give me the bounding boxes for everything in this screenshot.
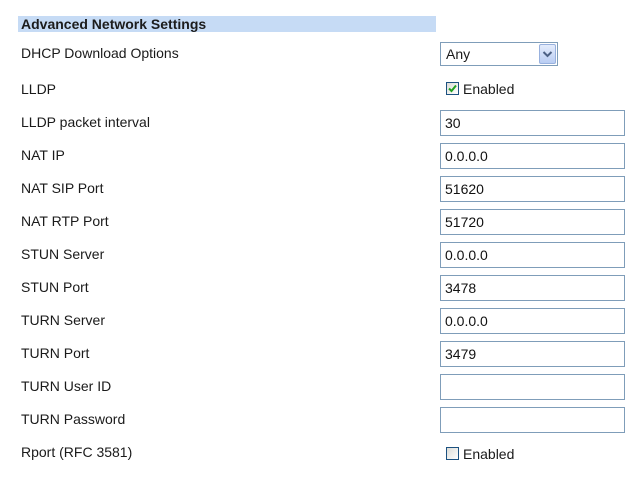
stun-port-input[interactable] [440, 275, 625, 301]
nat-ip-input[interactable] [440, 143, 625, 169]
turn-server-input[interactable] [440, 308, 625, 334]
field-label: STUN Server [21, 246, 105, 262]
dhcp-download-options-label: DHCP Download Options [21, 45, 179, 61]
nat-ip-row: NAT IP [0, 139, 639, 171]
check-mark-icon [448, 84, 457, 93]
dhcp-selected-value: Any [446, 46, 471, 62]
nat-sip-port-input[interactable] [440, 176, 625, 202]
chevron-down-icon[interactable] [539, 44, 556, 64]
nat-rtp-port-input[interactable] [440, 209, 625, 235]
field-label: LLDP packet interval [21, 114, 150, 130]
turn-password-input[interactable] [440, 407, 625, 433]
field-label: TURN Port [21, 345, 90, 361]
rport-label: Rport (RFC 3581) [21, 444, 133, 460]
lldp-packet-interval-row: LLDP packet interval [0, 106, 639, 138]
lldp-enabled-label: Enabled [463, 81, 515, 97]
rport-enabled-label: Enabled [463, 446, 515, 462]
turn-user-id-input[interactable] [440, 374, 625, 400]
field-label: TURN Server [21, 312, 106, 328]
field-label: TURN User ID [21, 378, 112, 394]
nat-rtp-port-row: NAT RTP Port [0, 205, 639, 237]
lldp-enabled-checkbox[interactable] [446, 82, 459, 95]
dhcp-download-options-select[interactable]: Any [440, 42, 558, 66]
stun-server-input[interactable] [440, 242, 625, 268]
field-label: NAT RTP Port [21, 213, 109, 229]
rport-row: Rport (RFC 3581) Enabled [0, 436, 639, 468]
field-label: TURN Password [21, 411, 126, 427]
turn-port-row: TURN Port [0, 337, 639, 369]
field-label: NAT SIP Port [21, 180, 104, 196]
stun-server-row: STUN Server [0, 238, 639, 270]
nat-sip-port-row: NAT SIP Port [0, 172, 639, 204]
field-label: STUN Port [21, 279, 89, 295]
field-label: NAT IP [21, 147, 65, 163]
lldp-row: LLDP Enabled [0, 73, 639, 105]
dhcp-download-options-row: DHCP Download Options Any [0, 39, 639, 71]
stun-port-row: STUN Port [0, 271, 639, 303]
turn-password-row: TURN Password [0, 403, 639, 435]
lldp-label: LLDP [21, 81, 57, 97]
rport-enabled-checkbox[interactable] [446, 447, 459, 460]
turn-port-input[interactable] [440, 341, 625, 367]
section-title: Advanced Network Settings [18, 16, 436, 32]
turn-user-id-row: TURN User ID [0, 370, 639, 402]
lldp-packet-interval-input[interactable] [440, 110, 625, 136]
turn-server-row: TURN Server [0, 304, 639, 336]
